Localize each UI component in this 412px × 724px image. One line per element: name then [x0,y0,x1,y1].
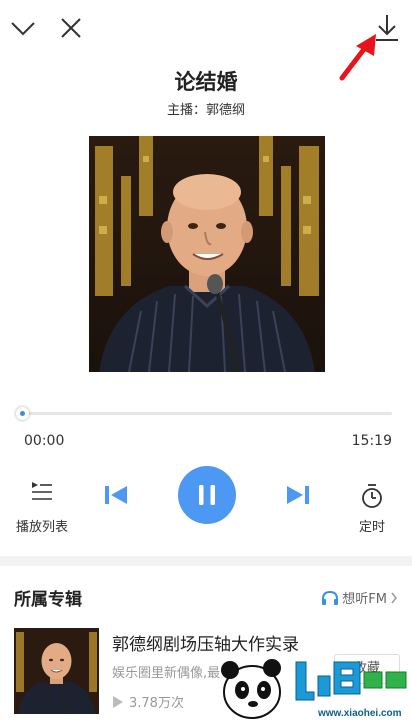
album-section-heading: 所属专辑 [14,590,82,610]
top-bar [0,0,412,81]
close-icon[interactable] [58,15,84,41]
play-count-icon [113,695,123,708]
timer-label: 定时 [358,520,385,535]
progress-track[interactable] [22,412,392,415]
timer-icon [362,484,382,508]
skip-previous-icon[interactable] [104,484,128,506]
source-label: 想听FM [342,592,387,607]
album-play-count: 3.78万次 [112,692,184,711]
episode-cover-image [89,136,325,372]
skip-next-icon[interactable] [286,484,310,506]
progress-slider-handle[interactable] [16,407,29,420]
episode-title: 论结婚 [174,70,238,94]
site-watermark-logo: www.xiaohei.com [214,652,412,724]
pause-icon [199,485,215,505]
playlist-button[interactable]: 播放列表 [10,478,74,538]
playlist-label: 播放列表 [15,520,68,535]
current-time: 00:00 [24,433,65,449]
chevron-right-icon [391,592,397,603]
album-thumbnail [14,628,99,714]
playlist-icon [32,482,52,500]
total-time: 15:19 [351,433,392,449]
source-link[interactable]: 想听FM [321,588,398,607]
svg-text:www.xiaohei.com: www.xiaohei.com [317,708,402,719]
chevron-down-icon[interactable] [10,16,36,40]
timer-button[interactable]: 定时 [350,480,394,540]
headphones-icon [322,590,339,605]
host-name: 主播：郭德纲 [166,103,245,118]
play-count-text: 3.78万次 [129,696,184,711]
pause-button[interactable] [178,466,236,524]
section-divider [0,556,412,566]
playback-controls: 播放列表 定时 [0,460,412,540]
